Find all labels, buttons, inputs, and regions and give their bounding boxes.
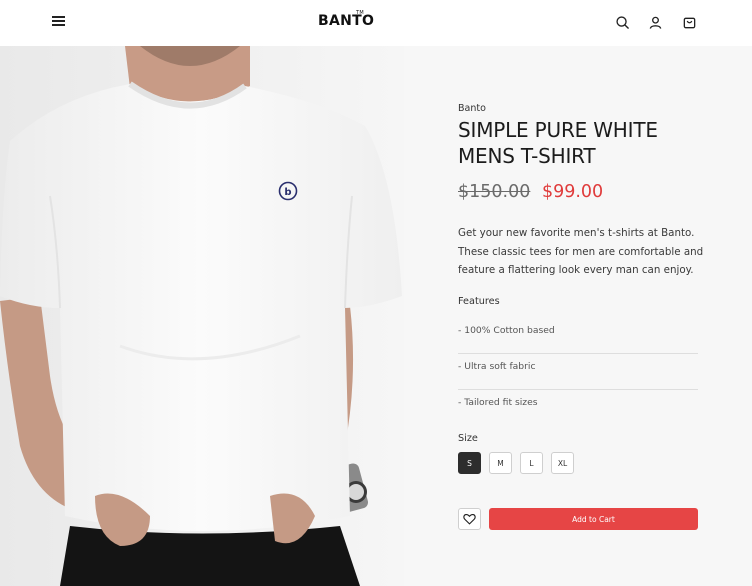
shirt-logo: b (284, 187, 291, 198)
product-description: Get your new favorite men's t-shirts at … (458, 227, 704, 276)
sale-price: $99.00 (541, 182, 604, 202)
original-price: $150.00 (458, 182, 531, 202)
wishlist-button[interactable] (458, 508, 481, 530)
cart-icon[interactable] (682, 15, 697, 30)
logo-text: BANTO (318, 13, 375, 29)
heart-icon (463, 513, 476, 525)
size-option-m[interactable]: M (489, 452, 512, 474)
product-details: Banto SIMPLE PURE WHITE MENS T-SHIRT $15… (404, 46, 752, 586)
size-option-s[interactable]: S (458, 452, 481, 474)
menu-icon[interactable] (52, 16, 65, 28)
site-logo[interactable]: BANTO TM (318, 10, 375, 29)
feature-item: - Tailored fit sizes (458, 397, 538, 408)
features-label: Features (458, 296, 500, 307)
product-image: b (0, 46, 404, 586)
product-brand[interactable]: Banto (458, 103, 486, 114)
feature-item: - Ultra soft fabric (458, 354, 698, 390)
price-block: $150.00 $99.00 (458, 182, 603, 202)
user-icon[interactable] (648, 15, 663, 30)
logo-trademark: TM (356, 10, 364, 16)
size-label: Size (458, 433, 478, 444)
feature-item: - 100% Cotton based (458, 318, 698, 354)
search-icon[interactable] (615, 15, 630, 30)
size-option-l[interactable]: L (520, 452, 543, 474)
add-to-cart-button[interactable]: Add to Cart (489, 508, 698, 530)
site-header: BANTO TM (0, 0, 752, 46)
product-title: SIMPLE PURE WHITE MENS T-SHIRT (458, 118, 658, 168)
size-option-xl[interactable]: XL (551, 452, 574, 474)
